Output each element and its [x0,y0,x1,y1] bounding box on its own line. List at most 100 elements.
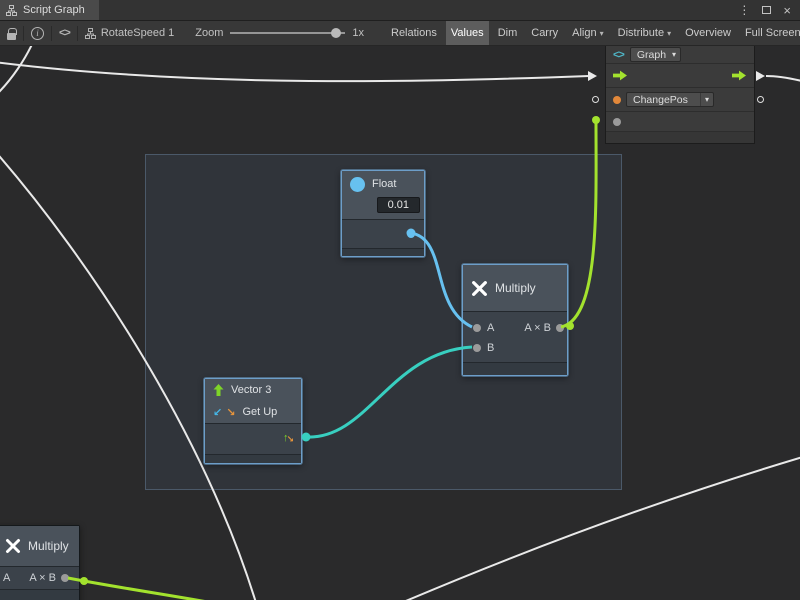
vector3-up-arrow-icon [213,384,224,396]
node-footer [463,362,567,375]
float-type-icon [350,177,365,192]
value-port-row [606,111,754,131]
graph-toolbar: i <> RotateSpeed 1 Zoom 1x Relations Val… [0,21,800,46]
toolbar-separator [51,26,52,41]
change-pos-panel[interactable]: <> Graph ▾ ChangePos ▾ [605,46,755,144]
script-graph-window: Script Graph ⋮ × i <> RotateSpeed 1 Zoom [0,0,800,600]
vector3-port-icon-2: ↘ [286,434,294,445]
vector3-body: ↑ ↘ [205,424,301,454]
zoom-slider-handle[interactable] [331,28,341,38]
zoom-slider[interactable] [230,26,345,40]
vector3-get-up-node[interactable]: Vector 3 ↙ ↘ Get Up ↑ ↘ [204,378,302,464]
titlebar: Script Graph ⋮ × [0,0,800,21]
fullscreen-label: Full Screen [745,27,800,39]
overview-button[interactable]: Overview [680,21,736,45]
flow-wire-arrowhead-right [756,71,765,81]
multiply2-title: Multiply [28,539,69,553]
float-node[interactable]: Float 0.01 [341,170,425,257]
wire-flow-left[interactable] [0,62,589,81]
window-maximize-icon[interactable] [762,6,771,14]
dim-button[interactable]: Dim [493,21,523,45]
float-output-port[interactable] [407,230,415,238]
multiply-output: A × B [524,322,564,334]
unconnected-port-ring-right[interactable] [757,96,764,103]
multiply-node-header[interactable]: Multiply [463,265,567,311]
change-pos-dropdown[interactable]: ChangePos ▾ [626,92,714,107]
relations-button[interactable]: Relations [386,21,442,45]
align-button[interactable]: Align ▾ [567,21,608,45]
multiply-output-port[interactable] [556,324,564,332]
flow-input-arrow-icon[interactable] [613,70,628,81]
dim-label: Dim [498,27,518,39]
script-graph-icon [6,5,17,16]
port-row-a: A A × B [463,318,567,338]
multiply-input-b-port[interactable] [473,344,481,352]
multiply-input-b-label: B [487,342,494,354]
window-close-icon[interactable]: × [783,4,791,17]
vector3-title: Vector 3 [231,384,271,396]
carry-button[interactable]: Carry [526,21,563,45]
graph-breadcrumb-label: Graph [631,49,672,61]
float-node-header[interactable]: Float [342,171,424,197]
get-up-header[interactable]: ↙ ↘ Get Up [205,401,301,423]
info-icon[interactable]: i [31,27,44,40]
panel-footer [606,131,754,143]
multiply-icon [471,280,488,297]
change-pos-label: ChangePos [627,94,700,106]
multiply-node[interactable]: Multiply A A × B B [462,264,568,376]
toolbar-button-group: Relations Values Dim Carry Align ▾ Distri… [386,21,800,45]
multiply-icon [5,538,21,554]
value-input-port[interactable] [613,118,621,126]
graph-breadcrumb-button[interactable]: Graph ▾ [630,47,681,62]
chevron-down-icon: ▾ [667,29,671,38]
values-label: Values [451,27,484,39]
wire-bottom-right[interactable] [394,456,800,600]
wire-flow-right-stub[interactable] [766,76,800,82]
multiply2-input-a-label: A [3,572,10,584]
tab-script-graph[interactable]: Script Graph [0,0,99,20]
distribute-button[interactable]: Distribute▾ [613,21,676,45]
multiply2-header[interactable]: Multiply [0,526,79,566]
fullscreen-button[interactable]: Full Screen [740,21,800,45]
vector3-header[interactable]: Vector 3 [205,379,301,401]
get-up-subtitle: Get Up [242,406,277,418]
arrow-down-left-icon: ↙ [213,406,222,419]
window-menu-icon[interactable]: ⋮ [738,3,750,17]
toolbar-separator [77,26,78,41]
node-footer [342,248,424,256]
values-button[interactable]: Values [446,21,489,45]
port-row-b: B [463,338,567,358]
multiply-output-label: A × B [524,322,551,334]
unconnected-port-ring-left[interactable] [592,96,599,103]
wire-top-left[interactable] [0,46,34,97]
flow-output-arrow-icon[interactable] [732,70,747,81]
zoom-slider-track[interactable] [230,32,345,34]
lock-icon[interactable] [7,33,16,40]
node-footer [0,589,79,600]
multiply2-output-port[interactable] [61,574,69,582]
multiply2-output: A × B [29,572,69,584]
chevron-down-icon: ▾ [600,29,604,38]
vector3-output-port[interactable]: ↑ ↘ [283,431,294,445]
overview-label: Overview [685,27,731,39]
distribute-label: Distribute [618,27,664,39]
align-label: Align [572,27,596,39]
arrow-down-right-icon: ↘ [226,406,235,419]
multiply-input-a-port[interactable] [473,324,481,332]
flow-wire-arrowhead-left [588,71,597,81]
multiply-input-a-label: A [487,322,494,334]
info-glyph: i [36,28,39,38]
multiply-node-partial[interactable]: Multiply A A × B [0,525,80,600]
chevron-down-icon: ▾ [700,93,713,106]
change-pos-input-port[interactable] [613,96,621,104]
code-icon[interactable]: <> [59,27,70,39]
flow-ports-row [606,63,754,87]
float-value-field[interactable]: 0.01 [377,197,420,213]
chevron-down-icon: ▾ [672,48,680,61]
zoom-value: 1x [352,27,364,39]
graph-asset-icon [85,28,96,39]
multiply2-output-label: A × B [29,572,56,584]
graph-name[interactable]: RotateSpeed 1 [85,27,174,39]
float-node-body [342,220,424,248]
graph-canvas[interactable]: Float 0.01 Multiply A [0,46,800,600]
